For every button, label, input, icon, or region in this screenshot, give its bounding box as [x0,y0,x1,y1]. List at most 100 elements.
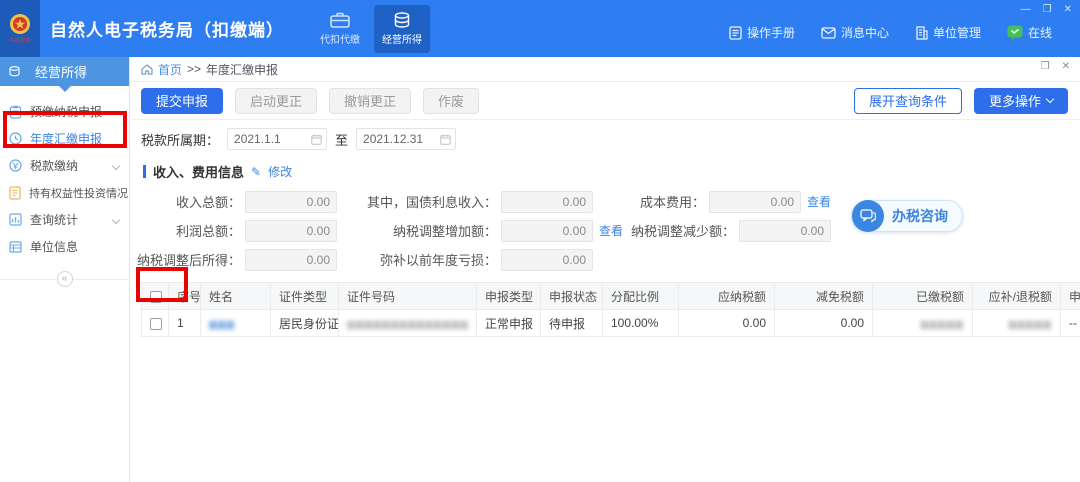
coins-icon [8,66,21,77]
message-center-link[interactable]: 消息中心 [821,24,889,41]
pencil-icon: ✎ [251,165,261,179]
col-id-type: 证件类型 [271,283,339,310]
select-all-checkbox[interactable] [150,291,162,303]
col-declare-time: 申报时间 [1061,283,1080,310]
app-logo: 中国税务 [0,0,40,57]
income-section-header: 收入、费用信息 ✎ 修改 [131,156,1080,185]
clipboard-icon [9,105,22,119]
cost-expense-input[interactable]: 0.00 [709,191,801,213]
col-status: 申报状态 [541,283,603,310]
briefcase-icon [330,12,350,28]
panel-close-button[interactable]: ✕ [1062,61,1070,72]
field-label: 纳税调整增加额： [337,221,497,240]
submit-declaration-button[interactable]: 提交申报 [141,88,223,114]
national-emblem-icon [9,13,31,35]
col-ratio: 分配比例 [603,283,679,310]
topnav-business-income[interactable]: 经营所得 [374,5,430,53]
adjust-increase-input[interactable]: 0.00 [501,220,593,242]
col-id-number: 证件号码 [339,283,477,310]
close-button[interactable]: ✕ [1064,4,1072,15]
sidebar-collapse-button[interactable]: « [57,271,73,287]
prior-loss-input[interactable]: 0.00 [501,249,593,271]
window-controls: — ❐ ✕ [1021,4,1072,15]
period-end-input[interactable]: 2021.12.31 [356,128,456,150]
row-declare-time: -- [1061,310,1080,337]
minimize-button[interactable]: — [1021,4,1031,15]
adjust-decrease-input[interactable]: 0.00 [739,220,831,242]
void-button[interactable]: 作废 [423,88,479,114]
tax-pay-icon [9,159,22,172]
bond-interest-field: 其中，国债利息收入： 0.00 [337,191,593,213]
panel-controls: ❐ ✕ [1041,61,1070,72]
sidebar-header-notch [59,86,71,92]
action-toolbar: 提交申报 启动更正 撤销更正 作废 展开查询条件 更多操作 [131,82,1080,120]
period-start-input[interactable]: 2021.1.1 [227,128,327,150]
profit-total-input[interactable]: 0.00 [245,220,337,242]
more-actions-button[interactable]: 更多操作 [974,88,1068,114]
manual-link[interactable]: 操作手册 [729,24,795,41]
sidebar-item-equity-investment[interactable]: 持有权益性投资情况 [0,179,129,206]
sidebar-item-label: 年度汇缴申报 [30,130,102,147]
calendar-icon[interactable] [440,134,451,145]
topnav-withholding[interactable]: 代扣代缴 [312,5,368,53]
sidebar-item-annual-declare[interactable]: 年度汇缴申报 [0,125,129,152]
equity-doc-icon [9,186,21,200]
table-header-row: 序号 姓名 证件类型 证件号码 申报类型 申报状态 分配比例 应纳税额 减免税额… [142,283,1080,310]
col-index: 序号 [169,283,201,310]
sidebar-item-label: 税款缴纳 [30,157,78,174]
declaration-table: 序号 姓名 证件类型 证件号码 申报类型 申报状态 分配比例 应纳税额 减免税额… [141,282,1080,337]
chat-bubble-icon [852,200,884,232]
field-label: 纳税调整后所得： [131,250,241,269]
bond-interest-input[interactable]: 0.00 [501,191,593,213]
col-tax-paid: 已缴税额 [873,283,973,310]
sidebar-item-prepay-declare[interactable]: 预缴纳税申报 [0,98,129,125]
profit-total-field: 利润总额： 0.00 [131,220,337,242]
panel-maximize-button[interactable]: ❐ [1041,61,1050,72]
table-row: 1 ▆▆▆ 居民身份证 ▆▆▆▆▆▆▆▆▆▆▆▆▆▆ 正常申报 待申报 100.… [142,310,1080,337]
col-name: 姓名 [201,283,271,310]
row-tax-paid: ▆▆▆▆▆ [873,310,973,337]
income-total-input[interactable]: 0.00 [245,191,337,213]
adjusted-income-input[interactable]: 0.00 [245,249,337,271]
row-tax-relief: 0.00 [775,310,873,337]
start-correction-button[interactable]: 启动更正 [235,88,317,114]
document-icon [729,26,742,40]
redacted-name: ▆▆▆ [209,319,235,330]
calendar-icon[interactable] [311,134,322,145]
view-adjust-link[interactable]: 查看 [599,222,623,239]
unit-management-link[interactable]: 单位管理 [915,24,981,41]
unit-management-label: 单位管理 [933,24,981,41]
message-center-label: 消息中心 [841,24,889,41]
prior-loss-field: 弥补以前年度亏损： 0.00 [337,249,593,271]
cost-expense-field: 成本费用： 0.00 查看 [593,191,831,213]
expand-query-button[interactable]: 展开查询条件 [854,88,962,114]
breadcrumb-home[interactable]: 首页 [158,61,182,78]
tax-consult-button[interactable]: 办税咨询 [851,200,963,232]
row-checkbox[interactable] [150,318,162,330]
sidebar-item-unit-info[interactable]: 单位信息 [0,233,129,260]
topbar: 中国税务 自然人电子税务局（扣缴端） 代扣代缴 经营所得 操作手册 [0,0,1080,57]
sidebar: 经营所得 预缴纳税申报 年度汇缴申报 税款缴纳 持有权益性投资情况 查询统计 [0,57,130,482]
field-label: 收入总额： [131,192,241,211]
main-content: ❐ ✕ 首页 >> 年度汇缴申报 提交申报 启动更正 撤销更正 作废 展开查询条… [131,57,1080,482]
more-actions-label: 更多操作 [989,91,1041,110]
income-total-field: 收入总额： 0.00 [131,191,337,213]
edit-income-link[interactable]: 修改 [268,163,292,180]
view-cost-link[interactable]: 查看 [807,193,831,210]
breadcrumb: 首页 >> 年度汇缴申报 [131,57,1080,82]
sidebar-item-tax-payment[interactable]: 税款缴纳 [0,152,129,179]
field-label: 弥补以前年度亏损： [337,250,497,269]
unit-info-icon [9,241,22,253]
period-start-value: 2021.1.1 [234,132,307,146]
sidebar-item-query-statistics[interactable]: 查询统计 [0,206,129,233]
online-status[interactable]: 在线 [1007,24,1052,41]
field-label: 其中，国债利息收入： [337,192,497,211]
sidebar-item-label: 查询统计 [30,211,78,228]
online-label: 在线 [1028,24,1052,41]
maximize-button[interactable]: ❐ [1043,4,1052,15]
col-tax-payable: 应纳税额 [679,283,775,310]
income-section-title: 收入、费用信息 [153,162,244,181]
row-status: 待申报 [541,310,603,337]
manual-label: 操作手册 [747,24,795,41]
cancel-correction-button[interactable]: 撤销更正 [329,88,411,114]
